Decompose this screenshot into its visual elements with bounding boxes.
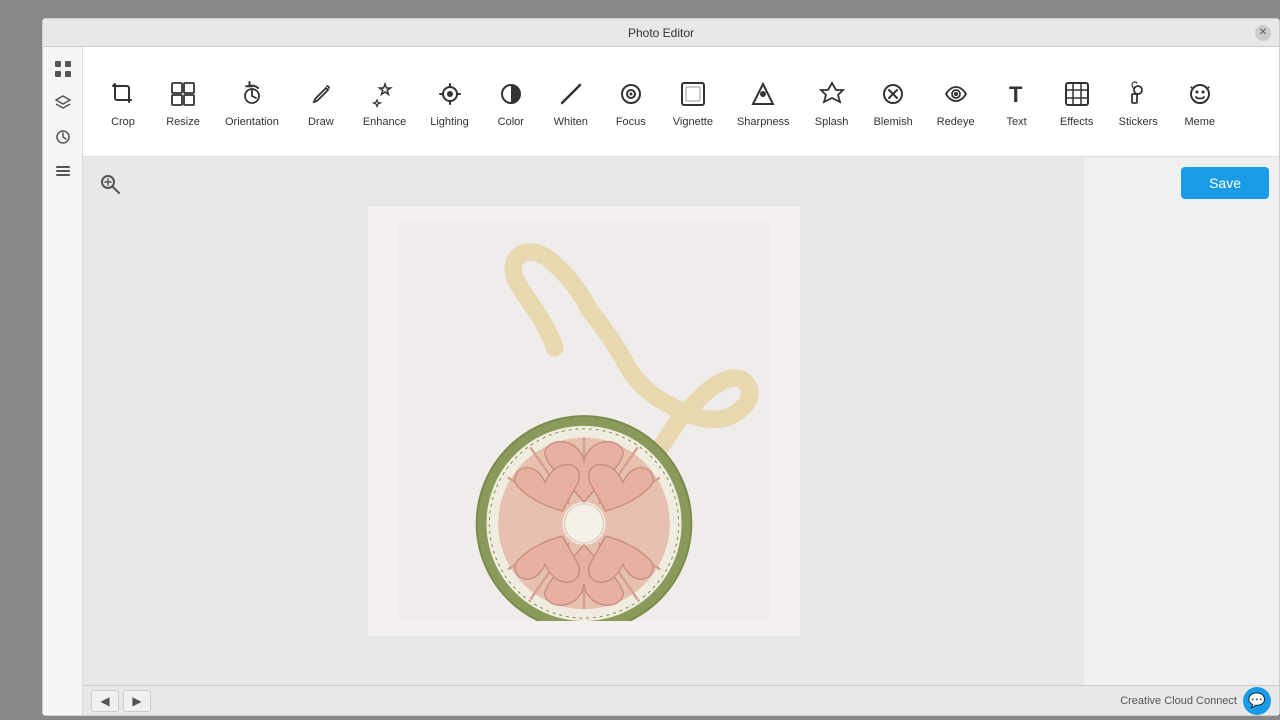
zoom-icon[interactable]	[95, 169, 125, 199]
bottom-right: Creative Cloud Connect 💬	[1120, 687, 1271, 715]
stickers-label: Stickers	[1119, 116, 1158, 128]
sharpness-label: Sharpness	[737, 116, 790, 128]
tool-focus[interactable]: Focus	[601, 70, 661, 134]
left-icon-refresh[interactable]	[49, 123, 77, 151]
left-sidebar	[43, 47, 83, 715]
cloud-label: Creative Cloud Connect	[1120, 695, 1237, 707]
meme-label: Meme	[1184, 116, 1215, 128]
close-button[interactable]: ✕	[1255, 25, 1271, 41]
tool-resize[interactable]: Resize	[153, 70, 213, 134]
text-icon: T	[999, 76, 1035, 112]
tool-crop[interactable]: Crop	[93, 70, 153, 134]
main-area: Crop Resize Orientation Draw Enhance Lighting…	[43, 47, 1279, 715]
tool-text[interactable]: T Text	[987, 70, 1047, 134]
image-canvas	[368, 206, 800, 636]
left-icon-stack[interactable]	[49, 157, 77, 185]
save-area: Save	[1084, 157, 1279, 209]
meme-icon	[1182, 76, 1218, 112]
bottom-nav: ◀ ▶	[91, 690, 151, 712]
stickers-icon	[1120, 76, 1156, 112]
toolbar: Crop Resize Orientation Draw Enhance Lighting…	[83, 47, 1279, 157]
crop-icon	[105, 76, 141, 112]
tool-effects[interactable]: Effects	[1047, 70, 1107, 134]
sharpness-icon	[745, 76, 781, 112]
lighting-icon	[432, 76, 468, 112]
tool-splash[interactable]: Splash	[802, 70, 862, 134]
splash-icon	[814, 76, 850, 112]
tool-stickers[interactable]: Stickers	[1107, 70, 1170, 134]
window-title: Photo Editor	[628, 26, 694, 40]
splash-label: Splash	[815, 116, 849, 128]
color-label: Color	[498, 116, 524, 128]
vignette-icon	[675, 76, 711, 112]
blemish-icon	[875, 76, 911, 112]
photo-editor-window: Photo Editor ✕	[42, 18, 1280, 716]
whiten-icon	[553, 76, 589, 112]
tool-enhance[interactable]: Enhance	[351, 70, 418, 134]
forward-button[interactable]: ▶	[123, 690, 151, 712]
content-area: Crop Resize Orientation Draw Enhance Lighting…	[83, 47, 1279, 715]
editor-body: Save	[83, 157, 1279, 685]
left-icon-grid[interactable]	[49, 55, 77, 83]
save-button[interactable]: Save	[1181, 167, 1269, 199]
right-sidebar: Save	[1084, 157, 1279, 685]
effects-label: Effects	[1060, 116, 1093, 128]
enhance-label: Enhance	[363, 116, 406, 128]
canvas-area	[83, 157, 1084, 685]
tool-blemish[interactable]: Blemish	[862, 70, 925, 134]
crop-label: Crop	[111, 116, 135, 128]
bottom-bar: ◀ ▶ Creative Cloud Connect 💬	[83, 685, 1279, 715]
chat-bubble-icon[interactable]: 💬	[1243, 687, 1271, 715]
resize-icon	[165, 76, 201, 112]
text-label: Text	[1007, 116, 1027, 128]
tool-whiten[interactable]: Whiten	[541, 70, 601, 134]
orientation-label: Orientation	[225, 116, 279, 128]
tool-orientation[interactable]: Orientation	[213, 70, 291, 134]
citrus-bag-illustration	[394, 221, 774, 621]
orientation-icon	[234, 76, 270, 112]
vignette-label: Vignette	[673, 116, 713, 128]
draw-label: Draw	[308, 116, 334, 128]
resize-label: Resize	[166, 116, 200, 128]
tool-draw[interactable]: Draw	[291, 70, 351, 134]
back-button[interactable]: ◀	[91, 690, 119, 712]
draw-icon	[303, 76, 339, 112]
tool-color[interactable]: Color	[481, 70, 541, 134]
focus-icon	[613, 76, 649, 112]
tool-meme[interactable]: Meme	[1170, 70, 1230, 134]
lighting-label: Lighting	[430, 116, 469, 128]
title-bar: Photo Editor ✕	[43, 19, 1279, 47]
focus-label: Focus	[616, 116, 646, 128]
redeye-label: Redeye	[937, 116, 975, 128]
tool-lighting[interactable]: Lighting	[418, 70, 481, 134]
color-icon	[493, 76, 529, 112]
effects-icon	[1059, 76, 1095, 112]
blemish-label: Blemish	[874, 116, 913, 128]
enhance-icon	[367, 76, 403, 112]
whiten-label: Whiten	[554, 116, 588, 128]
redeye-icon	[938, 76, 974, 112]
tool-sharpness[interactable]: Sharpness	[725, 70, 802, 134]
svg-text:T: T	[1009, 82, 1023, 107]
left-icon-layers[interactable]	[49, 89, 77, 117]
tool-redeye[interactable]: Redeye	[925, 70, 987, 134]
tool-vignette[interactable]: Vignette	[661, 70, 725, 134]
